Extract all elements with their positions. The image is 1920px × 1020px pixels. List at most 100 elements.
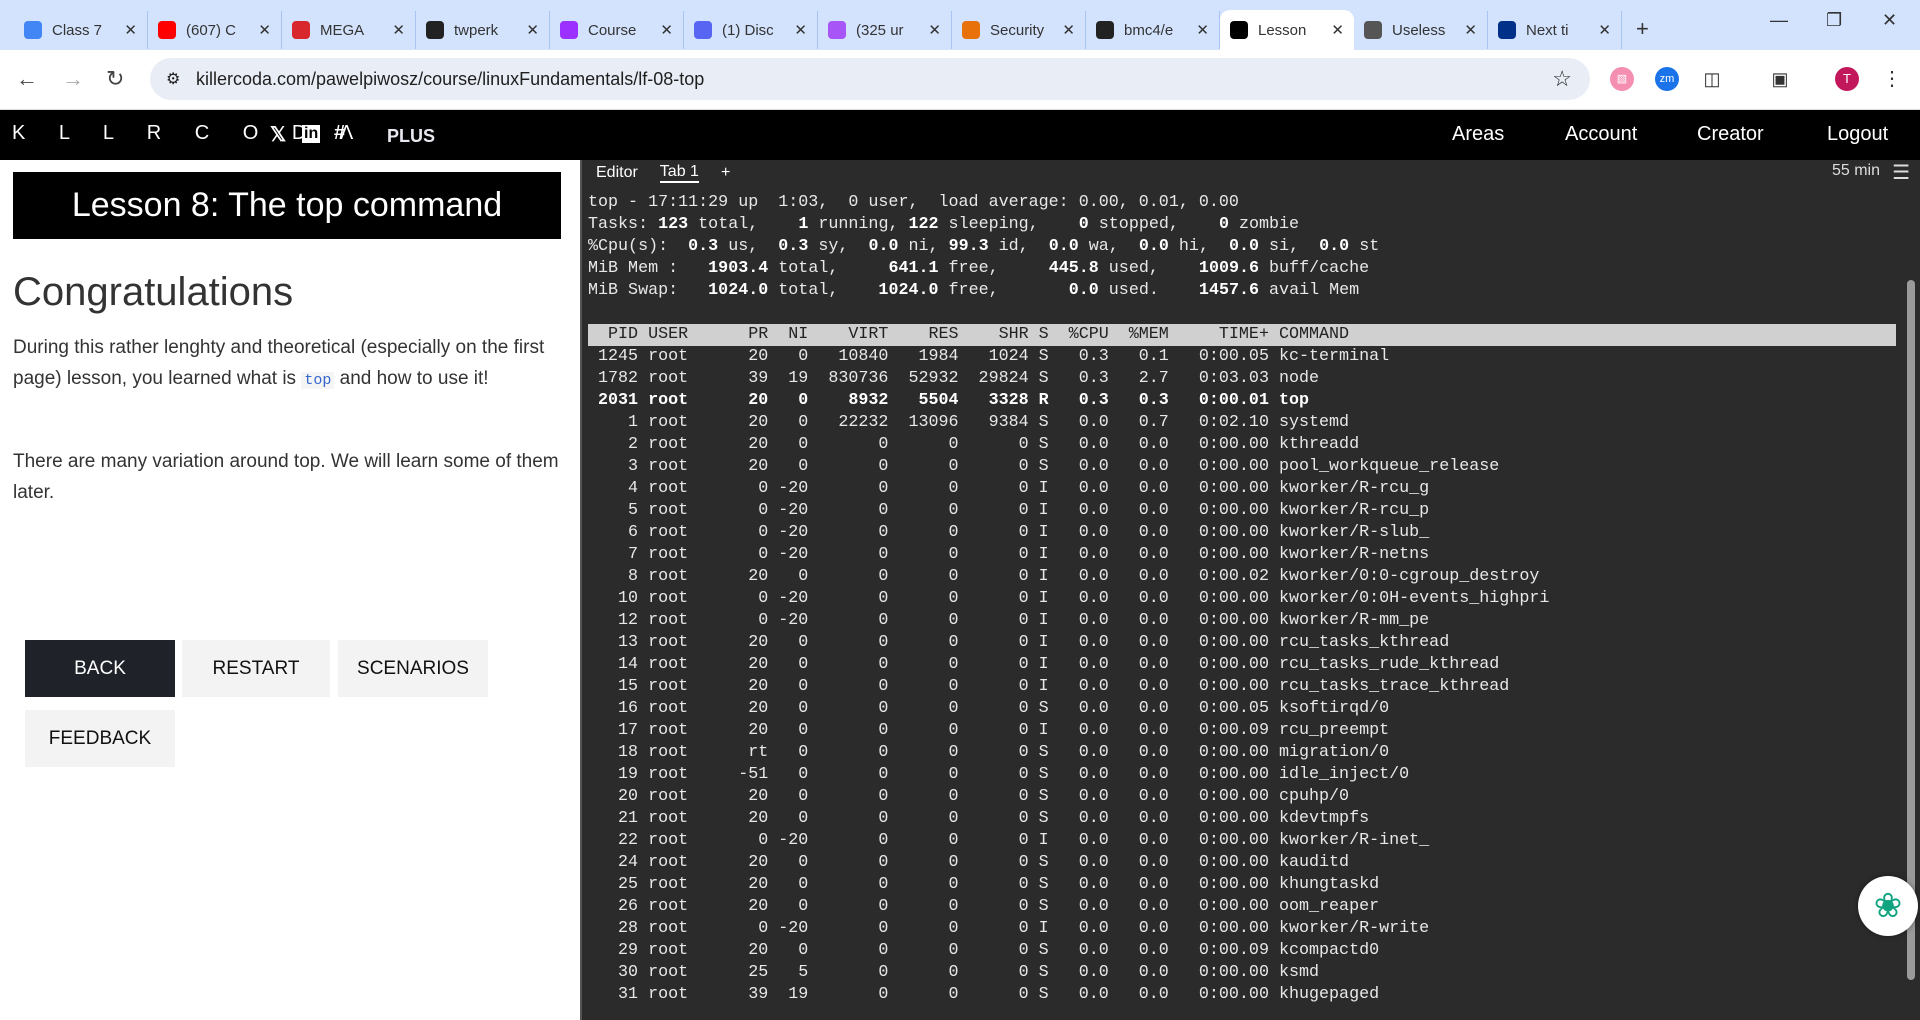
back-button[interactable]: BACK — [25, 640, 175, 697]
add-tab-button[interactable]: + — [721, 164, 730, 182]
tab-title: Next ti — [1526, 21, 1569, 39]
lesson-paragraph-2: There are many variation around top. We … — [13, 451, 559, 503]
url-text: killercoda.com/pawelpiwosz/course/linuxF… — [196, 68, 705, 89]
tab-title: Useless — [1392, 21, 1446, 39]
tab-search-icon[interactable]: ▣ — [1768, 67, 1792, 91]
minimize-button[interactable]: — — [1770, 10, 1788, 31]
tab-title: (1) Disc — [722, 21, 774, 39]
nav-account[interactable]: Account — [1565, 123, 1637, 146]
close-tab-icon[interactable]: ✕ — [1598, 21, 1611, 39]
restore-button[interactable]: ❐ — [1826, 10, 1842, 31]
restart-button[interactable]: RESTART — [182, 640, 330, 697]
tab-terminal-1[interactable]: Tab 1 — [659, 163, 699, 183]
new-tab-button[interactable]: + — [1636, 16, 1649, 42]
site-header: K L L R C O D Λ 𝕏 in # PLUS Areas Accoun… — [0, 110, 1920, 160]
reload-icon[interactable]: ↻ — [106, 66, 124, 92]
mail-icon — [828, 21, 846, 39]
tab-title: (325 ur — [856, 21, 904, 39]
tab-title: bmc4/e — [1124, 21, 1174, 39]
discord-icon — [694, 21, 712, 39]
tab-title: MEGA — [320, 21, 365, 39]
youtube-icon — [158, 21, 176, 39]
browser-menu-icon[interactable]: ⋮ — [1880, 67, 1904, 91]
browser-tab[interactable]: twperk ✕ — [416, 11, 550, 49]
close-tab-icon[interactable]: ✕ — [1331, 21, 1344, 39]
course-icon — [560, 21, 578, 39]
close-tab-icon[interactable]: ✕ — [928, 21, 941, 39]
globe-icon — [1364, 21, 1382, 39]
security-icon — [962, 21, 980, 39]
close-tab-icon[interactable]: ✕ — [660, 21, 673, 39]
lesson-title: Lesson 8: The top command — [13, 172, 561, 239]
terminal-panel[interactable]: Editor Tab 1 + 55 min ☰ top - 17:11:29 u… — [580, 160, 1920, 1020]
hamburger-menu-icon[interactable]: ☰ — [1892, 160, 1910, 185]
close-tab-icon[interactable]: ✕ — [392, 21, 405, 39]
close-tab-icon[interactable]: ✕ — [1464, 21, 1477, 39]
tab-editor[interactable]: Editor — [596, 164, 638, 182]
browser-tab[interactable]: Lesson ✕ — [1220, 10, 1354, 50]
docs-icon — [24, 21, 42, 39]
github-icon — [1096, 21, 1114, 39]
top-summary: top - 17:11:29 up 1:03, 0 user, load ave… — [588, 193, 1380, 300]
killercoda-icon — [1230, 21, 1248, 39]
plus-link[interactable]: PLUS — [387, 126, 435, 147]
session-timer: 55 min — [1831, 162, 1880, 179]
lesson-panel: Lesson 8: The top command Congratulation… — [0, 160, 580, 1020]
linkedin-icon[interactable]: in — [302, 125, 321, 143]
process-table-header: PID USER PR NI VIRT RES SHR S %CPU %MEM … — [588, 324, 1896, 346]
browser-tab[interactable]: MEGA ✕ — [282, 11, 416, 49]
scenarios-button[interactable]: SCENARIOS — [338, 640, 488, 697]
nav-logout[interactable]: Logout — [1827, 123, 1888, 146]
feedback-button[interactable]: FEEDBACK — [25, 710, 175, 767]
bookmark-star-icon[interactable]: ☆ — [1552, 66, 1572, 92]
browser-tab[interactable]: (1) Disc ✕ — [684, 11, 818, 49]
column-headers: PID USER PR NI VIRT RES SHR S %CPU %MEM … — [588, 325, 1350, 344]
nav-creator[interactable]: Creator — [1697, 123, 1764, 146]
tab-title: Security — [990, 21, 1045, 39]
p1-text-end: and how to use it! — [334, 368, 489, 389]
url-bar[interactable]: ⚙ killercoda.com/pawelpiwosz/course/linu… — [150, 58, 1590, 100]
x-twitter-icon[interactable]: 𝕏 — [270, 122, 286, 147]
lesson-paragraph-1: During this rather lenghty and theoretic… — [13, 332, 568, 396]
close-tab-icon[interactable]: ✕ — [1196, 21, 1209, 39]
nav-areas[interactable]: Areas — [1452, 123, 1504, 146]
address-toolbar: ← → ↻ ⚙ killercoda.com/pawelpiwosz/cours… — [0, 50, 1920, 110]
github-icon — [426, 21, 444, 39]
close-tab-icon[interactable]: ✕ — [1062, 21, 1075, 39]
lesson-heading: Congratulations — [13, 270, 294, 314]
browser-tab[interactable]: Next ti ✕ — [1488, 11, 1622, 49]
scrollbar-thumb[interactable] — [1907, 280, 1915, 980]
close-tab-icon[interactable]: ✕ — [526, 21, 539, 39]
close-tab-icon[interactable]: ✕ — [258, 21, 271, 39]
chatgpt-floating-icon[interactable]: ❀ — [1858, 876, 1918, 936]
mega-icon — [292, 21, 310, 39]
browser-tab[interactable]: (607) C ✕ — [148, 11, 282, 49]
browser-tab[interactable]: bmc4/e ✕ — [1086, 11, 1220, 49]
tab-title: Lesson — [1258, 21, 1307, 39]
slack-icon[interactable]: # — [334, 122, 345, 145]
site-settings-icon[interactable]: ⚙ — [166, 69, 180, 89]
forward-nav-icon[interactable]: → — [62, 66, 84, 92]
paypal-icon — [1498, 21, 1516, 39]
extensions-puzzle-icon[interactable]: ◫ — [1700, 67, 1724, 91]
tab-title: twperk — [454, 21, 499, 39]
tab-title: Class 7 — [52, 21, 103, 39]
browser-tab-strip: Class 7 ✕ (607) C ✕ MEGA ✕ twperk ✕ Course ✕ (1) D… — [0, 0, 1920, 50]
zoom-extension-icon[interactable]: zm — [1655, 67, 1679, 91]
browser-tab[interactable]: Useless ✕ — [1354, 11, 1488, 49]
browser-tab[interactable]: (325 ur ✕ — [818, 11, 952, 49]
tab-title: Course — [588, 21, 637, 39]
extension-icon[interactable]: ▧ — [1610, 67, 1634, 91]
inline-code: top — [301, 372, 335, 389]
close-tab-icon[interactable]: ✕ — [124, 21, 137, 39]
close-window-button[interactable]: ✕ — [1882, 10, 1897, 31]
browser-tab[interactable]: Course ✕ — [550, 11, 684, 49]
back-nav-icon[interactable]: ← — [16, 66, 38, 92]
process-table: 1245 root 20 0 10840 1984 1024 S 0.3 0.1… — [588, 347, 1550, 1004]
terminal-tabs: Editor Tab 1 + — [582, 160, 1920, 186]
profile-avatar[interactable]: T — [1835, 67, 1859, 91]
browser-tab[interactable]: Security ✕ — [952, 11, 1086, 49]
close-tab-icon[interactable]: ✕ — [794, 21, 807, 39]
tab-title: (607) C — [186, 21, 237, 39]
browser-tab[interactable]: Class 7 ✕ — [14, 11, 148, 49]
